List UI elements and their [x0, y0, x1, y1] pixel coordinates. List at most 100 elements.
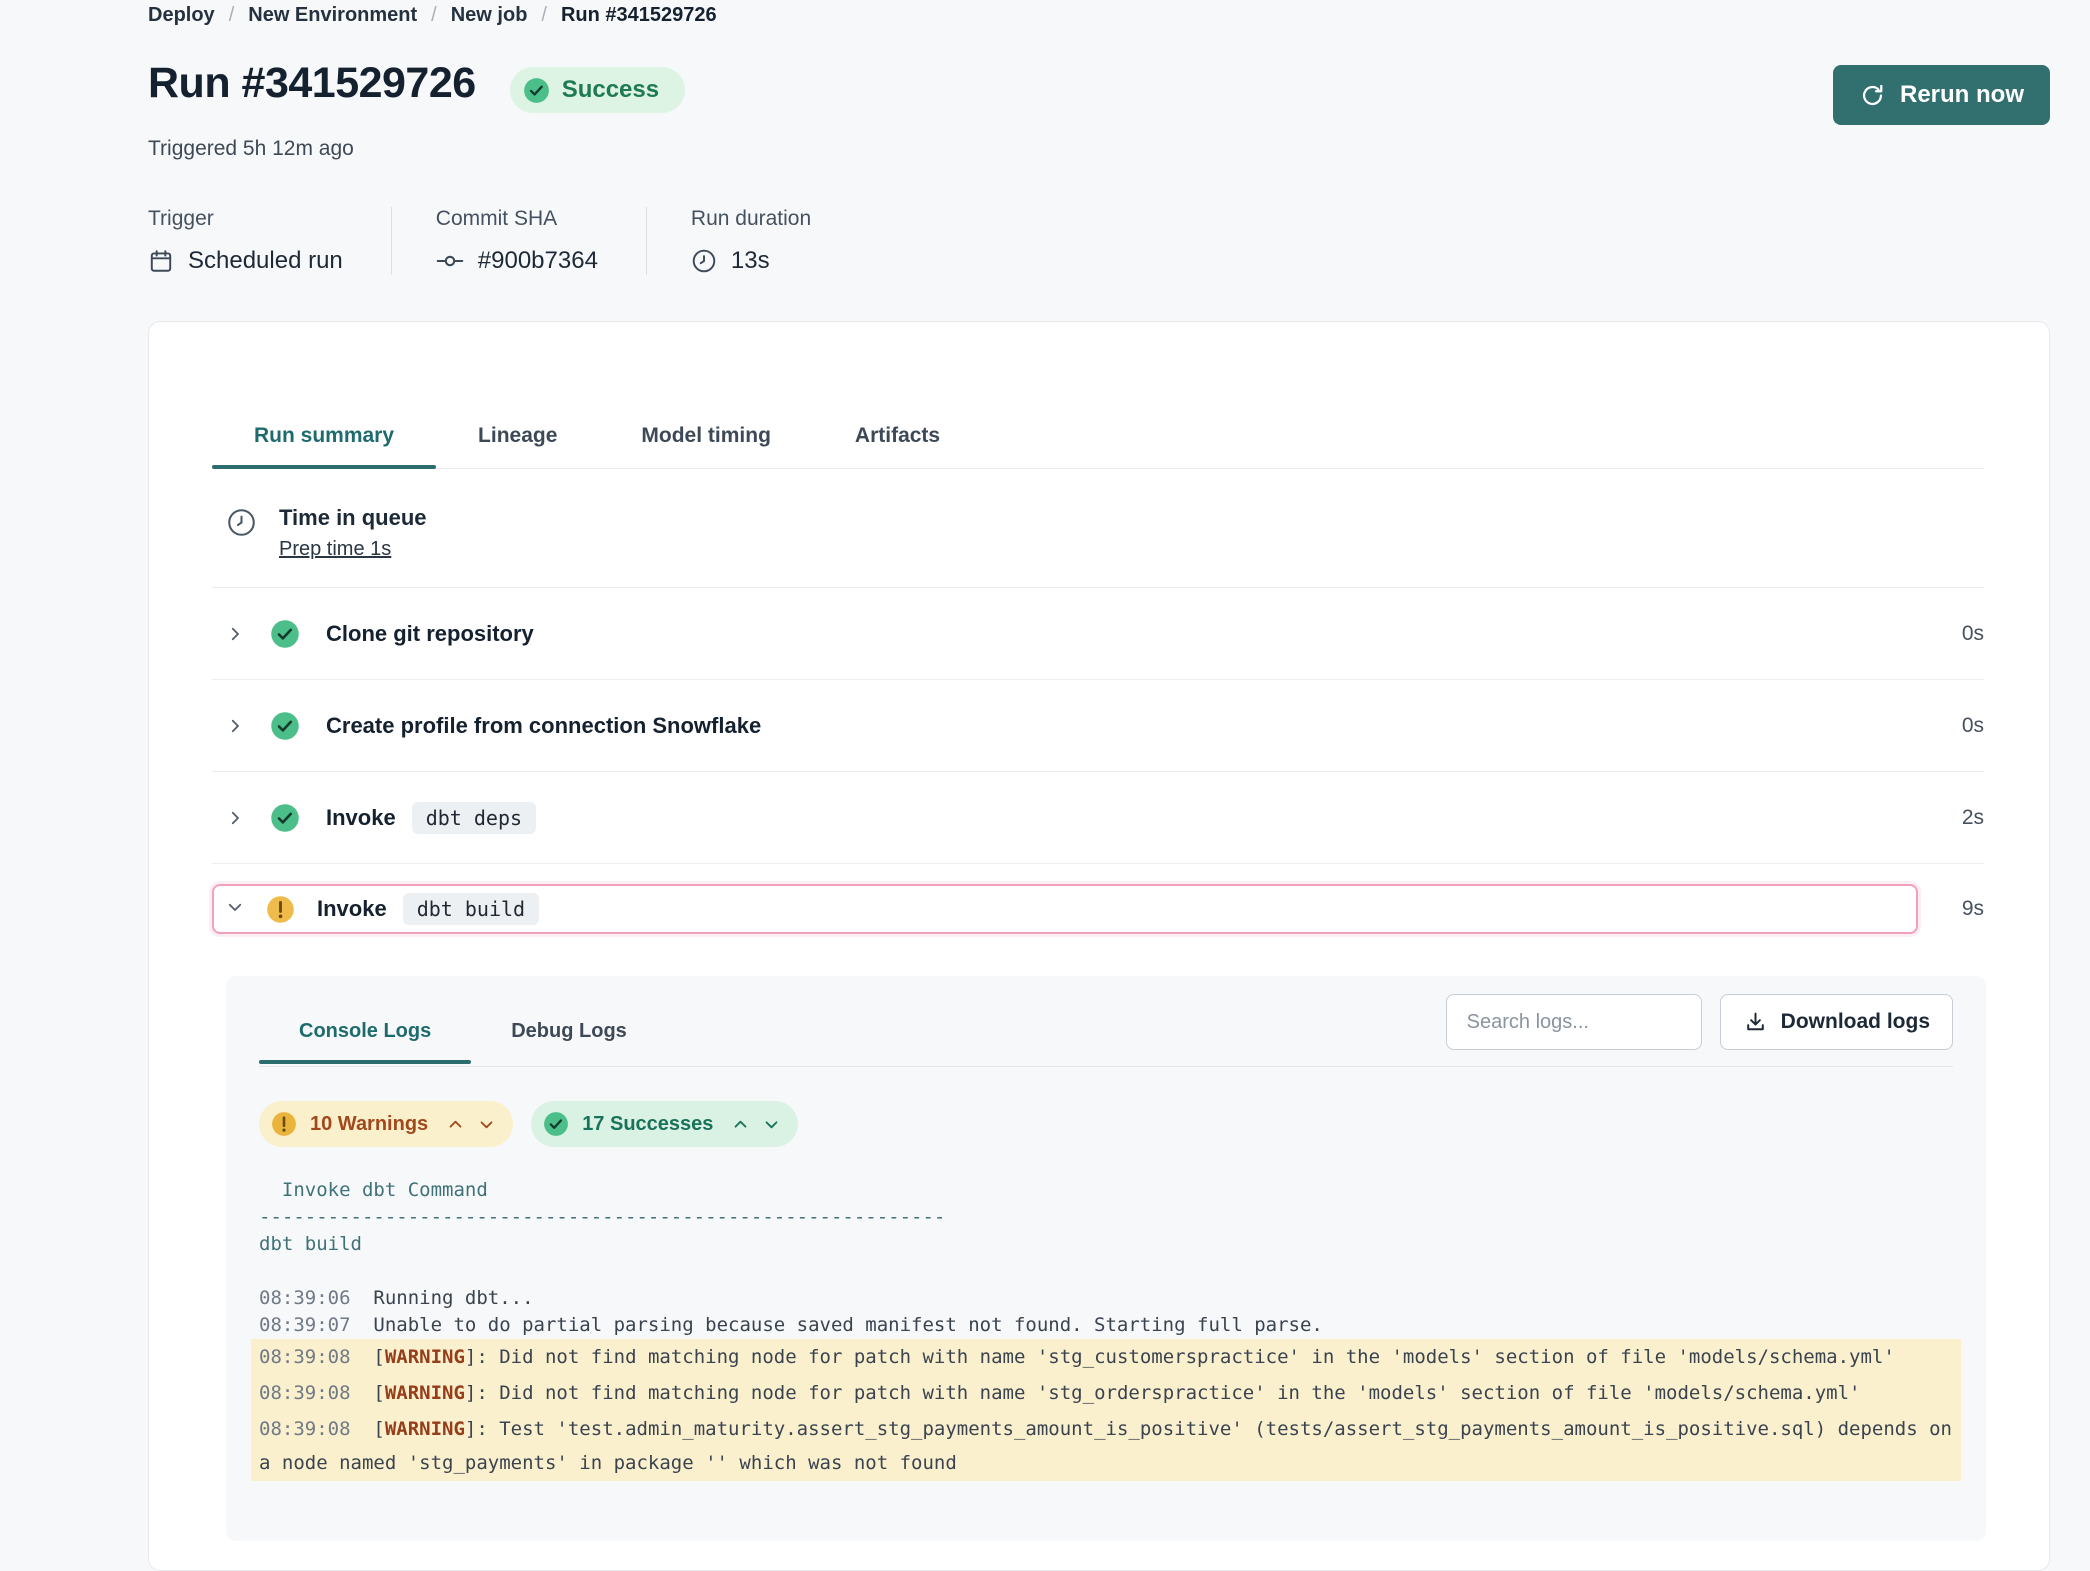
- refresh-icon: [1859, 82, 1886, 109]
- breadcrumb-deploy[interactable]: Deploy: [148, 4, 215, 27]
- meta-trigger-value: Scheduled run: [188, 247, 343, 275]
- tab-artifacts[interactable]: Artifacts: [813, 410, 982, 468]
- page: Deploy / New Environment / New job / Run…: [0, 0, 2090, 1571]
- tab-console-logs[interactable]: Console Logs: [259, 994, 471, 1063]
- download-logs-button[interactable]: Download logs: [1720, 994, 1953, 1050]
- meta-commit-value: #900b7364: [478, 247, 598, 275]
- breadcrumb-current-run: Run #341529726: [561, 4, 717, 27]
- breadcrumb: Deploy / New Environment / New job / Run…: [148, 0, 2050, 27]
- logs-panel: Console Logs Debug Logs Download logs: [226, 976, 1986, 1541]
- warning-circle-icon: [266, 895, 295, 924]
- breadcrumb-separator: /: [541, 4, 547, 27]
- run-meta: Trigger Scheduled run Commit SHA #900b73…: [148, 207, 2050, 275]
- warning-circle-icon: [271, 1111, 297, 1137]
- step-duration: 0s: [1962, 622, 1984, 646]
- breadcrumb-new-job[interactable]: New job: [451, 4, 528, 27]
- download-icon: [1743, 1010, 1768, 1035]
- step-title: Create profile from connection Snowflake: [326, 713, 761, 739]
- log-warning-tag: WARNING: [385, 1418, 465, 1440]
- run-tabs: Run summary Lineage Model timing Artifac…: [212, 410, 1984, 469]
- search-logs-input[interactable]: [1446, 994, 1702, 1050]
- step-duration: 9s: [1918, 897, 1984, 921]
- check-circle-icon: [270, 711, 300, 741]
- step-title: Invoke: [326, 805, 396, 831]
- check-circle-icon: [270, 803, 300, 833]
- time-in-queue-title: Time in queue: [279, 505, 427, 531]
- meta-commit: Commit SHA #900b7364: [391, 207, 646, 275]
- step-invoke-dbt-deps[interactable]: Invoke dbt deps 2s: [212, 772, 1984, 864]
- tab-run-summary[interactable]: Run summary: [212, 410, 436, 468]
- log-line-warning: 08:39:08 [WARNING]: Did not find matchin…: [251, 1339, 1961, 1375]
- log-filter-badges: 10 Warnings 17 Successes: [259, 1101, 1953, 1147]
- breadcrumb-new-environment[interactable]: New Environment: [248, 4, 417, 27]
- log-line-blank: [259, 1258, 1953, 1285]
- chevron-down-icon[interactable]: [226, 898, 244, 921]
- log-timestamp: 08:39:06: [259, 1287, 351, 1309]
- commit-icon: [436, 247, 464, 275]
- page-title: Run #341529726: [148, 59, 476, 108]
- log-line-warning: 08:39:08 [WARNING]: Test 'test.admin_mat…: [251, 1411, 1961, 1481]
- log-line-info: 08:39:06 Running dbt...: [259, 1285, 1953, 1312]
- rerun-now-label: Rerun now: [1900, 81, 2024, 109]
- tab-lineage[interactable]: Lineage: [436, 410, 599, 468]
- step-title: Invoke: [317, 896, 387, 922]
- prep-time-link[interactable]: Prep time 1s: [279, 538, 391, 561]
- check-circle-icon: [543, 1111, 569, 1137]
- chevron-right-icon[interactable]: [226, 717, 244, 735]
- status-badge: Success: [510, 67, 685, 113]
- successes-badge-label: 17 Successes: [582, 1113, 713, 1136]
- step-duration: 0s: [1962, 714, 1984, 738]
- header: Run #341529726 Success Rerun now: [148, 59, 2050, 125]
- meta-duration-value: 13s: [731, 247, 770, 275]
- clock-icon: [691, 248, 717, 274]
- successes-prev-chevron-up-icon[interactable]: [732, 1116, 749, 1133]
- log-line-command: ----------------------------------------…: [259, 1204, 1953, 1231]
- meta-trigger: Trigger Scheduled run: [148, 207, 391, 275]
- meta-commit-label: Commit SHA: [436, 207, 598, 231]
- logs-header: Console Logs Debug Logs Download logs: [259, 994, 1953, 1067]
- log-timestamp: 08:39:08: [259, 1382, 351, 1404]
- log-timestamp: 08:39:07: [259, 1314, 351, 1336]
- step-invoke-dbt-build: Invoke dbt build 9s: [212, 884, 1984, 934]
- log-tabs: Console Logs Debug Logs: [259, 994, 667, 1063]
- step-title: Clone git repository: [326, 621, 534, 647]
- step-command-chip: dbt deps: [412, 802, 536, 834]
- successes-badge: 17 Successes: [531, 1101, 798, 1147]
- time-in-queue-section: Time in queue Prep time 1s: [212, 505, 1984, 588]
- successes-next-chevron-down-icon[interactable]: [763, 1116, 780, 1133]
- check-circle-icon: [523, 77, 550, 104]
- breadcrumb-separator: /: [229, 4, 235, 27]
- rerun-now-button[interactable]: Rerun now: [1833, 65, 2050, 125]
- log-line-warning: 08:39:08 [WARNING]: Did not find matchin…: [251, 1375, 1961, 1411]
- tab-debug-logs[interactable]: Debug Logs: [471, 994, 667, 1063]
- meta-duration-label: Run duration: [691, 207, 811, 231]
- tab-model-timing[interactable]: Model timing: [599, 410, 813, 468]
- breadcrumb-separator: /: [431, 4, 437, 27]
- log-warning-tag: WARNING: [385, 1382, 465, 1404]
- download-logs-label: Download logs: [1781, 1010, 1930, 1034]
- chevron-right-icon[interactable]: [226, 625, 244, 643]
- step-command-chip: dbt build: [403, 893, 539, 925]
- warnings-next-chevron-down-icon[interactable]: [478, 1116, 495, 1133]
- triggered-timestamp: Triggered 5h 12m ago: [148, 137, 2050, 161]
- warnings-badge: 10 Warnings: [259, 1101, 513, 1147]
- log-line-info: 08:39:07 Unable to do partial parsing be…: [259, 1312, 1953, 1339]
- log-controls: Download logs: [1446, 994, 1953, 1066]
- chevron-right-icon[interactable]: [226, 809, 244, 827]
- log-line-command: Invoke dbt Command: [259, 1177, 1953, 1204]
- log-line-command: dbt build: [259, 1231, 1953, 1258]
- meta-duration: Run duration 13s: [646, 207, 859, 275]
- check-circle-icon: [270, 619, 300, 649]
- log-timestamp: 08:39:08: [259, 1418, 351, 1440]
- meta-trigger-label: Trigger: [148, 207, 343, 231]
- run-summary-card: Run summary Lineage Model timing Artifac…: [148, 321, 2050, 1571]
- log-timestamp: 08:39:08: [259, 1346, 351, 1368]
- step-invoke-dbt-build-header[interactable]: Invoke dbt build: [212, 884, 1918, 934]
- warnings-prev-chevron-up-icon[interactable]: [447, 1116, 464, 1133]
- step-duration: 2s: [1962, 806, 1984, 830]
- step-create-profile[interactable]: Create profile from connection Snowflake…: [212, 680, 1984, 772]
- status-badge-label: Success: [562, 76, 659, 104]
- calendar-icon: [148, 248, 174, 274]
- clock-icon: [226, 507, 257, 561]
- step-clone-git-repository[interactable]: Clone git repository 0s: [212, 588, 1984, 680]
